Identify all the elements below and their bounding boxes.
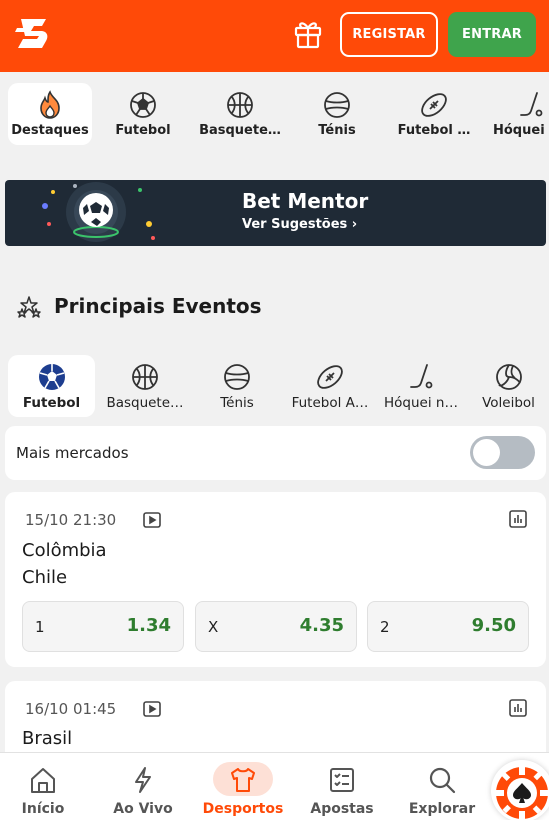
bet-mentor-banner[interactable]: Bet Mentor Ver Sugestões › [5,180,546,246]
events-tab-label: Futebol A… [291,395,369,411]
toggle-knob [473,439,500,466]
sport-tab-label: Hóquei n [493,123,549,138]
search-icon [429,767,456,794]
register-button[interactable]: REGISTAR [340,12,438,57]
events-tab-tenis[interactable]: Ténis [189,355,285,417]
hockey-stick-icon [520,92,543,117]
poker-chip-icon [496,767,548,819]
tennis-ball-icon [324,92,350,118]
more-markets-row: Mais mercados [5,426,546,480]
odd-value: 9.50 [471,615,516,636]
nav-label: Explorar [408,801,476,817]
sports-nav: Destaques Futebol Basquete… Ténis Futebo… [0,83,549,147]
american-football-icon [317,365,343,389]
live-stream-icon [143,512,161,528]
sport-tab-label: Basquete… [199,123,281,138]
event-card[interactable]: 15/10 21:30 Colômbia Chile 1 1.34 X 4.35… [5,492,546,667]
soccer-ball-icon [130,92,156,118]
login-button[interactable]: ENTRAR [448,12,536,57]
mentor-link[interactable]: Ver Sugestões › [242,217,357,232]
nav-label: Apostas [310,801,374,817]
odd-button-home[interactable]: 1 1.34 [22,601,184,652]
sport-tab-label: Ténis [318,123,356,138]
app-header: REGISTAR ENTRAR [0,0,549,72]
events-tab-hoquei[interactable]: Hóquei n… [373,355,469,417]
events-tab-label: Futebol [22,395,81,411]
events-sports-nav: Futebol Basquete… Ténis Futebol A… Hóque… [0,355,549,417]
events-tab-basquetebol[interactable]: Basquete… [97,355,193,417]
sport-tab-label: Futebol … [397,123,471,138]
statistics-icon[interactable] [508,509,528,529]
casino-shortcut[interactable] [491,760,549,820]
nav-apostas[interactable]: Apostas [297,753,387,820]
soccer-ball-icon [38,364,65,390]
odd-key: X [208,618,219,636]
sport-tab-destaques[interactable]: Destaques [8,83,92,145]
nav-explorar[interactable]: Explorar [397,753,487,820]
sport-tab-basquetebol[interactable]: Basquete… [192,83,288,145]
odd-value: 1.34 [126,615,171,636]
stars-icon [17,296,41,318]
sport-tab-futebol[interactable]: Futebol [95,83,191,145]
events-tab-label: Ténis [220,395,254,411]
betslip-icon [330,768,354,792]
sport-tab-label: Destaques [11,123,89,138]
tennis-ball-icon [224,364,250,390]
odd-button-away[interactable]: 2 9.50 [367,601,529,652]
events-tab-voleibol[interactable]: Voleibol [468,355,549,417]
basketball-icon [227,92,253,118]
nav-ao-vivo[interactable]: Ao Vivo [98,753,188,820]
odd-key: 2 [380,618,390,636]
nav-label: Ao Vivo [113,801,173,817]
more-markets-toggle[interactable] [470,436,535,469]
sport-tab-label: Futebol [115,123,171,138]
odd-value: 4.35 [299,615,344,636]
gift-icon[interactable] [291,16,325,50]
events-tab-futebol[interactable]: Futebol [8,355,95,417]
home-team: Colômbia [22,540,107,561]
away-team: Chile [22,567,68,588]
live-stream-icon [143,701,161,717]
odd-button-draw[interactable]: X 4.35 [195,601,357,652]
event-date: 16/10 01:45 [25,700,117,718]
statistics-icon[interactable] [508,698,528,718]
lightning-icon [135,767,151,793]
mentor-title: Bet Mentor [242,189,369,213]
american-football-icon [421,93,447,117]
sport-tab-hoquei[interactable]: Hóquei n [483,83,549,145]
events-tab-label: Basquete… [106,395,184,411]
events-tab-futebol-americano[interactable]: Futebol A… [282,355,378,417]
nav-label: Desportos [202,801,284,817]
sport-tab-futebol-americano[interactable]: Futebol … [386,83,482,145]
events-tab-label: Voleibol [482,395,535,411]
odd-key: 1 [35,618,45,636]
volleyball-icon [495,364,522,390]
hockey-stick-icon [410,364,433,389]
basketball-icon [132,364,158,390]
soccer-ball-illustration-icon [42,182,155,242]
flame-icon [40,90,60,119]
jersey-icon [231,768,255,792]
bottom-nav: Início Ao Vivo Desportos Apostas Explora… [0,752,549,820]
brand-logo-icon[interactable] [14,14,54,54]
sport-tab-tenis[interactable]: Ténis [289,83,385,145]
home-icon [31,768,55,793]
nav-desportos[interactable]: Desportos [198,753,288,820]
event-date: 15/10 21:30 [25,511,117,529]
nav-inicio[interactable]: Início [0,753,88,820]
more-markets-label: Mais mercados [16,444,129,462]
nav-label: Início [21,801,65,817]
home-team: Brasil [22,728,73,749]
events-tab-label: Hóquei n… [384,395,458,411]
section-title: Principais Eventos [54,294,262,318]
